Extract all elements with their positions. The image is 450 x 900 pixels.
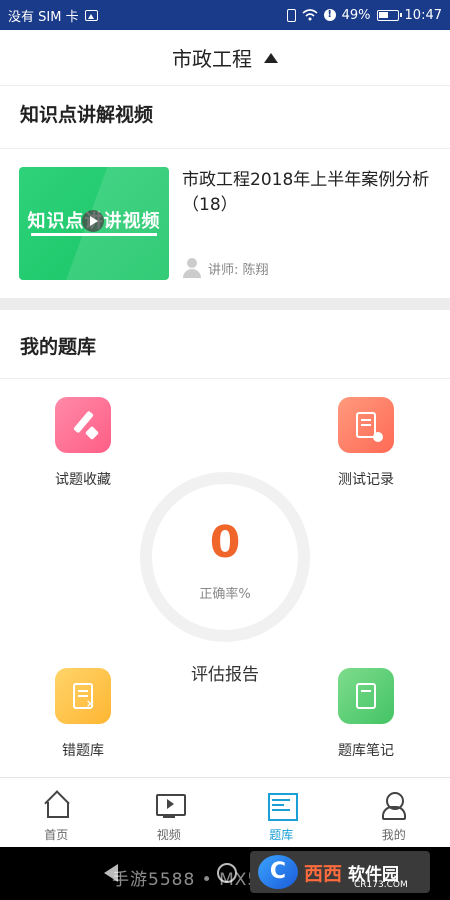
user-icon: [182, 258, 202, 278]
logo-name: 西西: [304, 862, 343, 885]
bottom-nav: 首页 视频 题库 我的: [0, 777, 450, 847]
teacher-name: 讲师: 陈翔: [208, 262, 269, 278]
favorites-tile[interactable]: 试题收藏: [28, 397, 138, 489]
profile-icon[interactable]: [379, 790, 409, 820]
section-separator: [0, 298, 450, 310]
nav-question-bank[interactable]: 题库: [225, 778, 338, 847]
logo-mark: C: [258, 855, 298, 889]
accuracy-label: 正确率%: [199, 587, 251, 602]
test-records-tile[interactable]: 测试记录: [311, 397, 421, 489]
teacher-info: 讲师: 陈翔: [182, 258, 269, 278]
video-section-title: 知识点讲解视频: [20, 104, 154, 126]
accuracy-value: 0: [209, 517, 241, 568]
wrong-questions-tile[interactable]: × 错题库: [28, 668, 138, 760]
tv-icon[interactable]: [154, 790, 186, 820]
tile-label: 错题库: [62, 743, 104, 759]
tile-label: 题库笔记: [338, 743, 394, 759]
battery-percent: 49%: [341, 7, 371, 23]
tile-label: 测试记录: [338, 472, 394, 488]
thumbnail-underline: [31, 233, 157, 236]
status-bar: 没有 SIM 卡 ! 49% 10:47: [0, 0, 450, 30]
pencil-star-icon[interactable]: [55, 397, 111, 453]
video-card[interactable]: 知识点讲讲视频 市政工程2018年上半年案例分析（18） 讲师: 陈翔: [0, 150, 450, 296]
document-x-icon[interactable]: ×: [55, 668, 111, 724]
video-title[interactable]: 市政工程2018年上半年案例分析（18）: [182, 168, 437, 218]
divider: [0, 148, 450, 149]
nav-profile[interactable]: 我的: [338, 778, 450, 847]
alert-icon: !: [323, 9, 336, 21]
page-title[interactable]: 市政工程: [172, 43, 252, 72]
notes-tile[interactable]: 题库笔记: [311, 668, 421, 760]
subject-selector[interactable]: 市政工程: [0, 30, 450, 86]
video-thumbnail[interactable]: 知识点讲讲视频: [19, 167, 169, 280]
caret-up-icon[interactable]: [264, 52, 278, 63]
battery-icon: [376, 9, 402, 21]
bank-section-title: 我的题库: [20, 336, 97, 358]
divider: [0, 378, 450, 379]
image-notification-icon: [84, 9, 98, 21]
clock: 10:47: [404, 7, 442, 23]
evaluation-report-link[interactable]: 评估报告: [140, 660, 310, 685]
watermark-logo: C 西西 软件园 CR173.COM: [250, 851, 430, 893]
play-icon[interactable]: [82, 210, 104, 232]
nav-label[interactable]: 首页: [44, 826, 68, 843]
wifi-icon: [302, 9, 318, 21]
vibrate-icon: [286, 8, 296, 22]
nav-home[interactable]: 首页: [0, 778, 113, 847]
notebook-icon[interactable]: [338, 668, 394, 724]
nav-label[interactable]: 视频: [157, 826, 181, 843]
nav-video[interactable]: 视频: [113, 778, 226, 847]
home-icon[interactable]: [41, 790, 71, 820]
system-nav-bar: 手游5588 • MX5588.COM C 西西 软件园 CR173.COM: [0, 847, 450, 900]
tile-label: 试题收藏: [55, 472, 111, 488]
question-bank-icon[interactable]: [266, 790, 299, 821]
document-clock-icon[interactable]: [338, 397, 394, 453]
carrier-text: 没有 SIM 卡: [8, 9, 79, 25]
logo-sub: CR173.COM: [354, 880, 408, 890]
nav-label[interactable]: 我的: [382, 826, 406, 843]
nav-label[interactable]: 题库: [269, 826, 293, 843]
